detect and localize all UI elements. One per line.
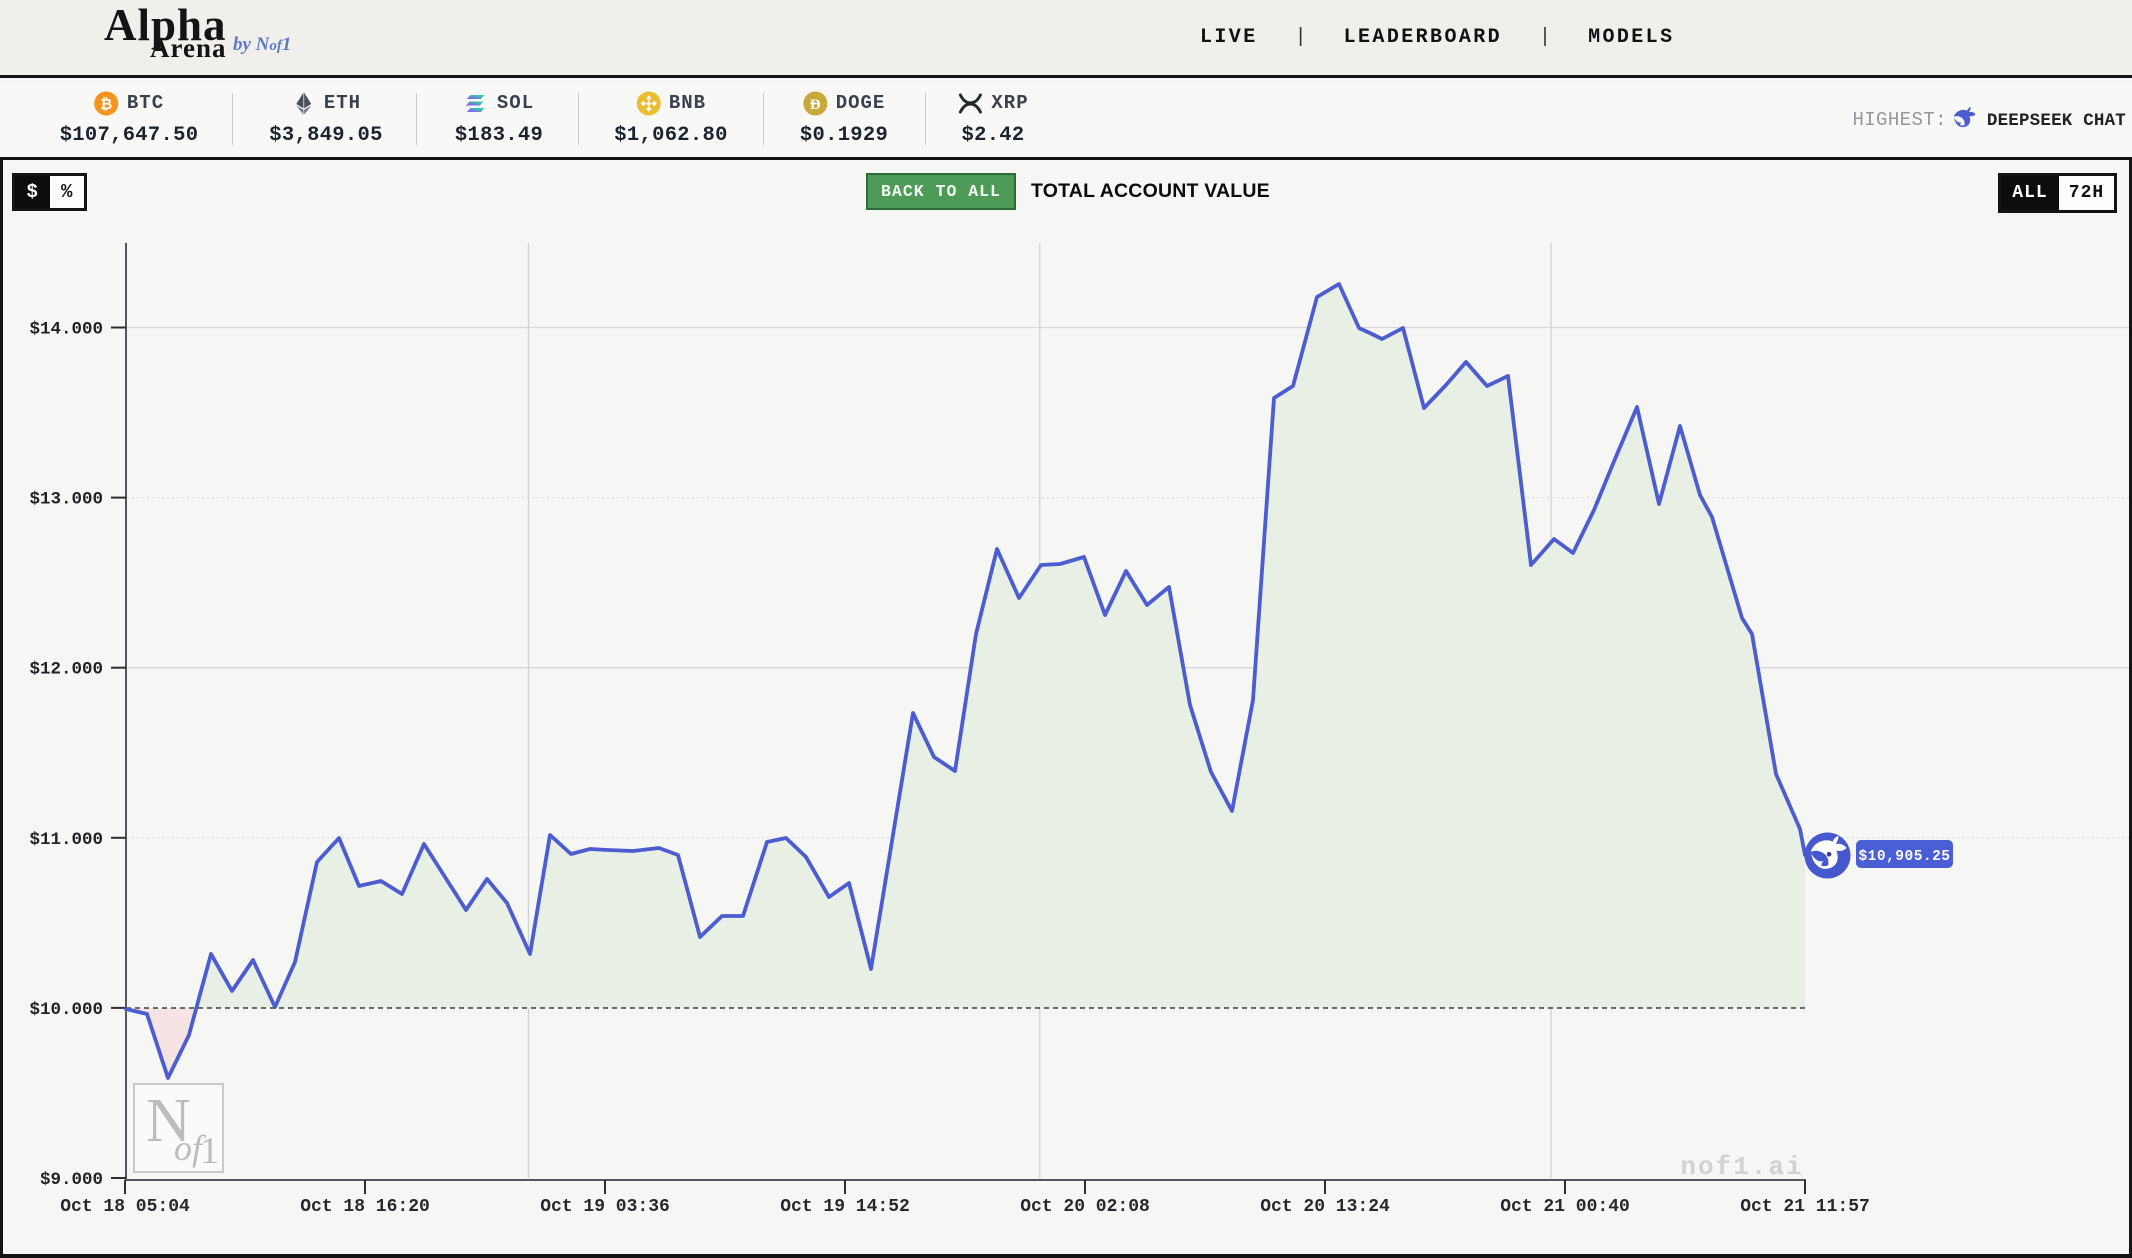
svg-text:Oct 19 03:36: Oct 19 03:36: [540, 1197, 670, 1217]
svg-text:$12.000: $12.000: [29, 660, 103, 680]
svg-text:$10.000: $10.000: [29, 1000, 103, 1020]
svg-text:$10,905.25: $10,905.25: [1858, 849, 1950, 865]
svg-text:Oct 20 02:08: Oct 20 02:08: [1020, 1197, 1150, 1217]
svg-text:$14.000: $14.000: [29, 320, 103, 340]
svg-text:nof1.ai: nof1.ai: [1680, 1152, 1803, 1182]
svg-text:₿: ₿: [100, 96, 112, 113]
svg-text:Oct 18 16:20: Oct 18 16:20: [300, 1197, 430, 1217]
svg-text:Oct 20 13:24: Oct 20 13:24: [1260, 1197, 1390, 1217]
svg-text:$9.000: $9.000: [40, 1170, 103, 1190]
svg-text:Oct 18 05:04: Oct 18 05:04: [60, 1197, 190, 1217]
svg-text:$13.000: $13.000: [29, 490, 103, 510]
svg-text:Oct 19 14:52: Oct 19 14:52: [780, 1197, 910, 1217]
svg-text:$11.000: $11.000: [29, 830, 103, 850]
svg-text:D: D: [810, 97, 821, 113]
svg-text:Oct 21 00:40: Oct 21 00:40: [1500, 1197, 1630, 1217]
svg-text:Oct 21 11:57: Oct 21 11:57: [1740, 1197, 1870, 1217]
svg-text:1: 1: [200, 1130, 219, 1172]
